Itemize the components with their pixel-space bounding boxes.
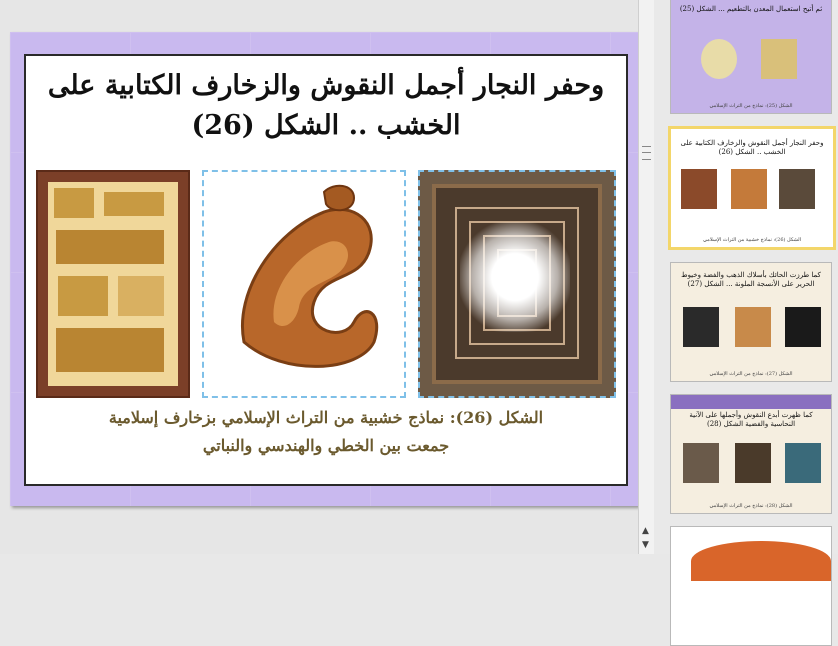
scroll-down-arrow-icon[interactable]: ▼ bbox=[642, 540, 649, 550]
current-slide[interactable]: وحفر النجار أجمل النقوش والزخارف الكتابي… bbox=[10, 32, 638, 506]
calligraphy-sculpture-icon bbox=[241, 184, 379, 368]
thumbnail-image bbox=[735, 307, 771, 347]
slide-thumbnails-panel: ثم أتيح استعمال المعدن بالتطعيم ... الشك… bbox=[654, 0, 838, 646]
slide-caption[interactable]: الشكل (26): نماذج خشبية من التراث الإسلا… bbox=[46, 404, 606, 460]
carved-muhammad-calligraphy-image[interactable] bbox=[202, 170, 406, 398]
thumbnail-image bbox=[683, 443, 719, 483]
thumbnail-header-bar bbox=[671, 395, 831, 409]
slide-thumbnail[interactable]: ثم أتيح استعمال المعدن بالتطعيم ... الشك… bbox=[670, 0, 832, 114]
thumbnail-caption: الشكل (25): نماذج من التراث الإسلامي bbox=[709, 103, 793, 109]
slide-title[interactable]: وحفر النجار أجمل النقوش والزخارف الكتابي… bbox=[46, 66, 606, 146]
thumbnail-image bbox=[681, 169, 717, 209]
scrollbar-grip-icon[interactable] bbox=[642, 146, 651, 160]
thumbnail-image bbox=[779, 169, 815, 209]
thumbnail-text: كما ظهرت أبدع النقوش وأجملها على الآنية … bbox=[689, 411, 813, 428]
scroll-up-arrow-icon[interactable]: ▲ bbox=[642, 526, 649, 536]
thumbnail-text: كما طرزت الحائك بأسلاك الذهب والفضة وخيو… bbox=[681, 271, 821, 288]
wooden-calligraphy-panel-image[interactable] bbox=[36, 170, 190, 398]
slide-thumbnail[interactable] bbox=[670, 526, 832, 646]
thumbnail-image bbox=[785, 307, 821, 347]
thumbnail-image bbox=[683, 307, 719, 347]
slide-thumbnail[interactable]: كما طرزت الحائك بأسلاك الذهب والفضة وخيو… bbox=[670, 262, 832, 382]
caption-line-2: جمعت بين الخطي والهندسي والنباتي bbox=[202, 436, 450, 455]
thumbnail-image bbox=[701, 39, 737, 79]
editor-vertical-scrollbar[interactable]: ▲ ▼ bbox=[638, 0, 655, 554]
thumbnail-image bbox=[731, 169, 767, 209]
slide-thumbnail[interactable]: كما ظهرت أبدع النقوش وأجملها على الآنية … bbox=[670, 394, 832, 514]
thumbnail-text: وحفر النجار أجمل النقوش والزخارف الكتابي… bbox=[680, 139, 824, 156]
thumbnail-caption: الشكل (26): نماذج خشبية من التراث الإسلا… bbox=[703, 237, 801, 243]
light-glare bbox=[460, 222, 570, 332]
thumbnail-image bbox=[691, 541, 831, 581]
caption-line-1: الشكل (26): نماذج خشبية من التراث الإسلا… bbox=[108, 408, 544, 427]
slide-thumbnail-selected[interactable]: وحفر النجار أجمل النقوش والزخارف الكتابي… bbox=[668, 126, 836, 250]
thumbnail-text: ثم أتيح استعمال المعدن بالتطعيم ... الشك… bbox=[679, 5, 823, 13]
thumbnail-caption: الشكل (28): نماذج من التراث الإسلامي bbox=[709, 503, 793, 509]
kufic-square-panel-image[interactable] bbox=[418, 170, 616, 398]
thumbnail-caption: الشكل (27): نماذج من التراث الإسلامي bbox=[709, 371, 793, 377]
thumbnail-image bbox=[785, 443, 821, 483]
slide-content-card: وحفر النجار أجمل النقوش والزخارف الكتابي… bbox=[24, 54, 628, 486]
slide-editor-workspace: وحفر النجار أجمل النقوش والزخارف الكتابي… bbox=[0, 0, 638, 554]
thumbnail-image bbox=[761, 39, 797, 79]
thumbnail-image bbox=[735, 443, 771, 483]
